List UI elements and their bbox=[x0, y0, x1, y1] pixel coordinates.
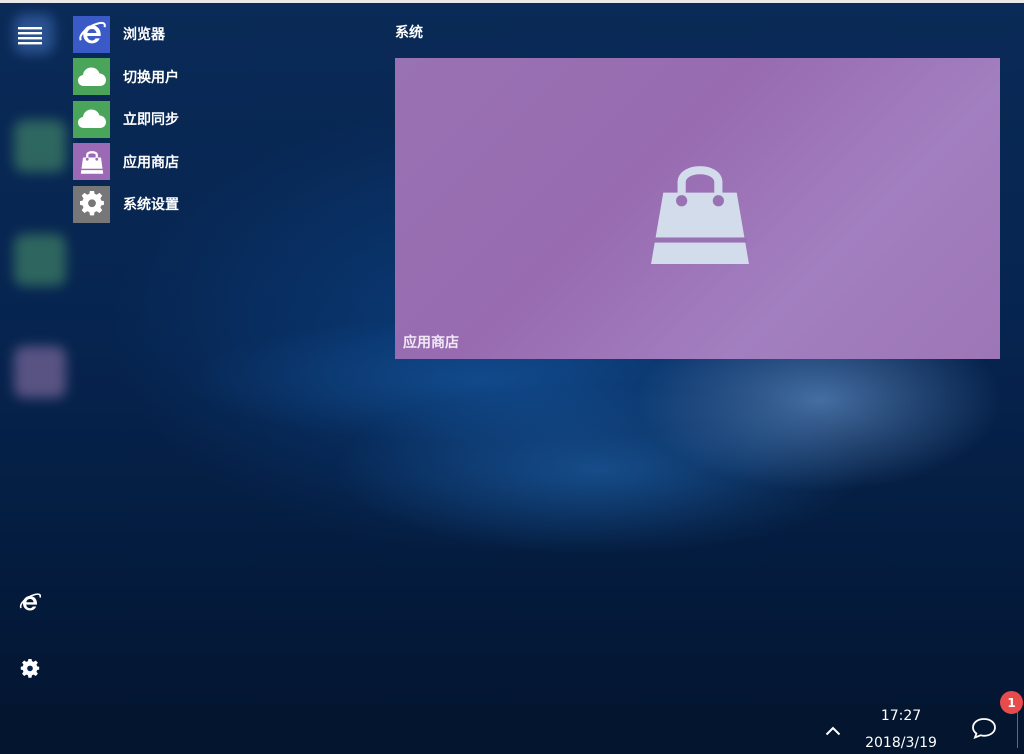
app-item-settings[interactable]: 系统设置 bbox=[73, 183, 333, 226]
store-bag-icon bbox=[73, 143, 110, 181]
rail-browser-button[interactable] bbox=[10, 585, 50, 621]
hamburger-icon bbox=[18, 26, 42, 46]
show-hidden-icons-button[interactable] bbox=[820, 712, 846, 748]
left-rail bbox=[0, 3, 62, 739]
window-top-edge bbox=[0, 0, 1024, 3]
tile-label: 应用商店 bbox=[403, 335, 459, 351]
cloud-icon bbox=[73, 100, 110, 138]
gear-icon bbox=[73, 185, 110, 223]
clock-time: 17:27 bbox=[880, 708, 922, 724]
gear-icon bbox=[20, 659, 40, 679]
app-item-app-store[interactable]: 应用商店 bbox=[73, 141, 333, 184]
app-label: 切换用户 bbox=[123, 69, 179, 86]
app-item-browser[interactable]: 浏览器 bbox=[73, 13, 333, 56]
app-label: 系统设置 bbox=[123, 197, 179, 214]
show-desktop-divider[interactable] bbox=[1017, 712, 1018, 748]
app-label: 立即同步 bbox=[123, 112, 179, 129]
app-store-tile[interactable]: 应用商店 bbox=[395, 58, 1000, 359]
notification-badge: 1 bbox=[1000, 691, 1023, 714]
ie-icon bbox=[73, 15, 110, 53]
app-label: 浏览器 bbox=[123, 27, 165, 44]
rail-settings-button[interactable] bbox=[10, 651, 50, 687]
clock-date: 2018/3/19 bbox=[865, 735, 937, 751]
app-item-switch-user[interactable]: 切换用户 bbox=[73, 56, 333, 99]
app-item-sync-now[interactable]: 立即同步 bbox=[73, 98, 333, 141]
action-center-button[interactable] bbox=[964, 712, 1004, 748]
chevron-up-icon bbox=[825, 721, 841, 740]
tile-group-title: 系统 bbox=[395, 25, 423, 41]
cloud-icon bbox=[73, 58, 110, 96]
store-bag-icon bbox=[649, 162, 751, 268]
menu-button[interactable] bbox=[10, 18, 50, 54]
app-label: 应用商店 bbox=[123, 154, 179, 171]
app-list: 浏览器 切换用户 立即同步 应用商店 系统设置 bbox=[73, 13, 333, 226]
chat-bubble-icon bbox=[971, 717, 997, 743]
ie-icon bbox=[18, 591, 42, 615]
taskbar-clock[interactable]: 17:27 2018/3/19 bbox=[856, 706, 946, 753]
